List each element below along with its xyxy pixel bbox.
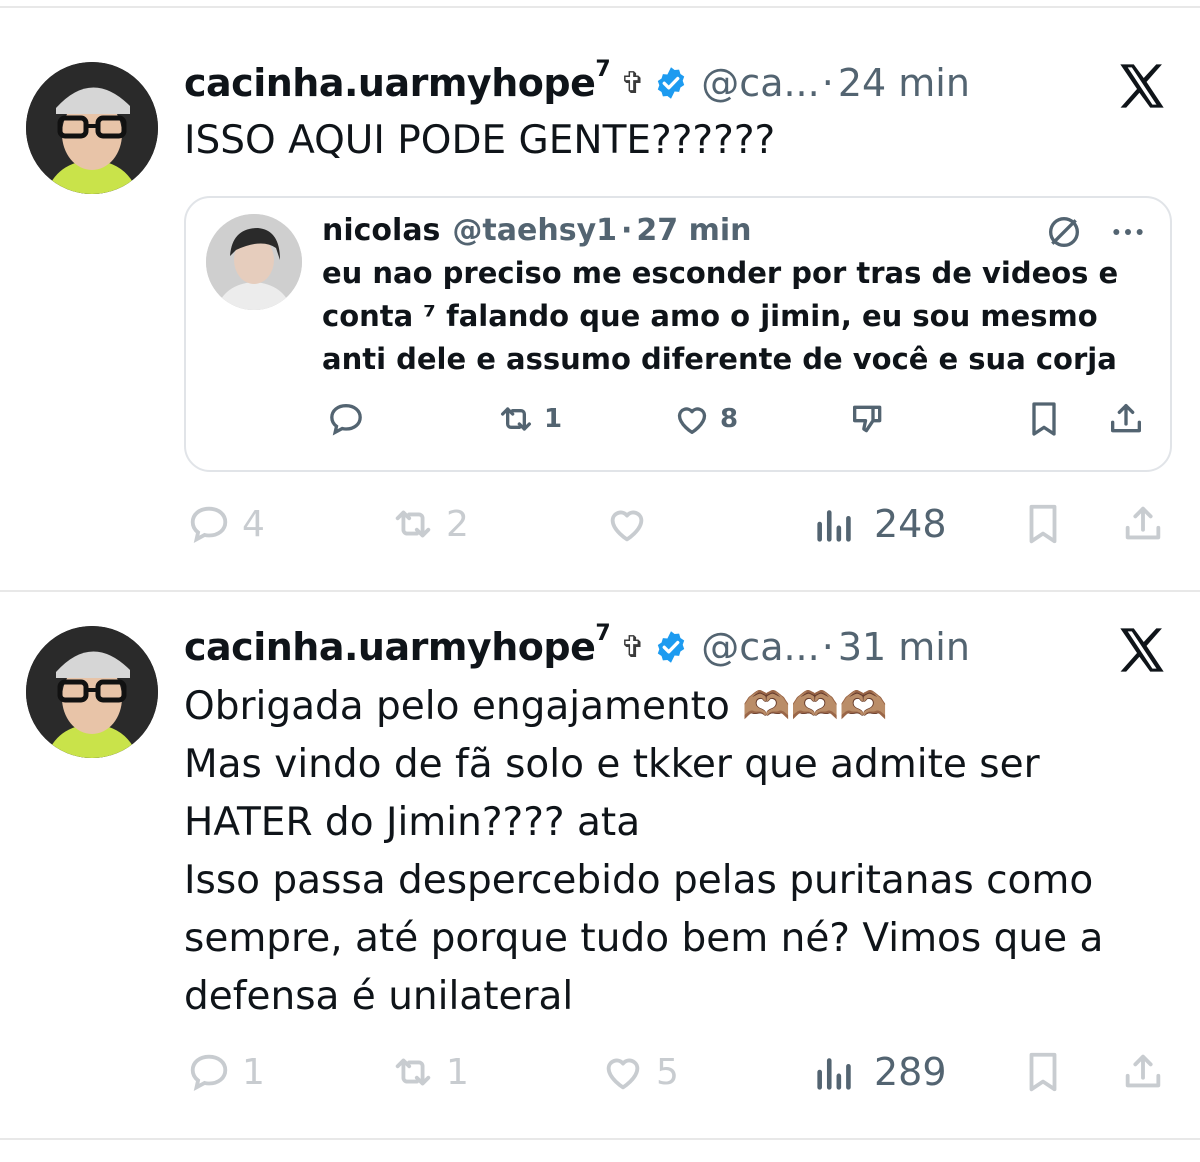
quoted-author-avatar[interactable]	[206, 214, 302, 310]
reply-icon	[190, 506, 228, 544]
views-button[interactable]: 289	[812, 1044, 947, 1100]
tweet-header: cacinha.uarmyhope7 ✞ @ca... · 31 min	[184, 621, 970, 672]
author-avatar[interactable]	[26, 626, 158, 758]
view-count: 248	[874, 502, 947, 546]
views-icon	[817, 1058, 851, 1090]
quoted-dislike-button[interactable]	[848, 394, 888, 444]
author-handle[interactable]: @ca...	[701, 625, 819, 669]
mute-icon[interactable]	[1044, 212, 1084, 252]
views-icon	[817, 510, 851, 542]
heart-icon	[610, 510, 644, 542]
quoted-bookmark-button[interactable]	[1024, 394, 1064, 444]
reply-button[interactable]: 4	[186, 496, 265, 552]
quoted-like-count: 8	[720, 404, 739, 434]
header-separator: ·	[821, 625, 834, 669]
x-logo-icon	[1120, 628, 1164, 672]
dislike-icon	[853, 405, 882, 433]
author-name[interactable]: cacinha.uarmyhope7	[184, 621, 611, 669]
tweet-action-bar: 4 2 248	[0, 496, 1200, 552]
like-button[interactable]	[604, 496, 660, 552]
like-button[interactable]: 5	[600, 1044, 679, 1100]
retweet-icon	[501, 407, 531, 431]
like-count: 5	[656, 1051, 679, 1093]
verified-badge-icon	[658, 631, 685, 663]
author-name[interactable]: cacinha.uarmyhope7	[184, 57, 611, 105]
quoted-reply-button[interactable]	[326, 394, 366, 444]
tweet-text: Obrigada pelo engajamento 🫶🏽🫶🏽🫶🏽 Mas vin…	[184, 684, 1104, 1019]
share-icon	[1111, 404, 1141, 433]
reply-icon	[330, 403, 362, 436]
quoted-header-separator: ·	[621, 212, 633, 248]
tweet-text: ISSO AQUI PODE GENTE??????	[184, 118, 776, 163]
view-count: 289	[874, 1050, 947, 1094]
tweet-timestamp[interactable]: 24 min	[838, 61, 970, 105]
x-logo-icon	[1120, 64, 1164, 108]
verified-badge-icon	[658, 67, 685, 99]
quoted-author-name[interactable]: nicolas	[322, 213, 440, 248]
retweet-icon	[395, 1058, 431, 1086]
quoted-share-button[interactable]	[1106, 394, 1146, 444]
share-icon	[1125, 1054, 1161, 1088]
retweet-button[interactable]: 1	[390, 1044, 469, 1100]
quoted-tweet[interactable]: nicolas @taehsy1 · 27 min eu nao preciso…	[184, 196, 1172, 472]
quoted-tweet-text: eu nao preciso me esconder por tras de v…	[322, 256, 1119, 376]
tweet-header: cacinha.uarmyhope7 ✞ @ca... · 24 min	[184, 57, 970, 108]
tweet-2[interactable]: cacinha.uarmyhope7 ✞ @ca... · 31 min Obr…	[0, 592, 1200, 1138]
share-button[interactable]	[1120, 1044, 1166, 1100]
retweet-count: 2	[446, 503, 469, 545]
bottom-divider	[0, 1138, 1200, 1140]
heart-icon	[677, 407, 707, 434]
cross-symbol: ✞	[620, 65, 646, 101]
bookmark-icon	[1029, 504, 1057, 544]
header-separator: ·	[821, 61, 834, 105]
bookmark-icon	[1029, 1052, 1057, 1092]
bookmark-icon	[1032, 402, 1056, 436]
reply-count: 1	[242, 1051, 265, 1093]
reply-icon	[190, 1054, 228, 1092]
heart-icon	[606, 1058, 640, 1090]
quoted-action-bar: 1 8	[186, 394, 1174, 444]
tweet-action-bar: 1 1 5 289	[0, 1044, 1200, 1100]
retweet-icon	[395, 510, 431, 538]
tweet-1[interactable]: cacinha.uarmyhope7 ✞ @ca... · 24 min ISS…	[0, 0, 1200, 590]
quoted-timestamp[interactable]: 27 min	[636, 213, 751, 248]
quoted-author-handle[interactable]: @taehsy1	[452, 213, 617, 248]
share-icon	[1125, 506, 1161, 540]
reply-count: 4	[242, 503, 265, 545]
views-button[interactable]: 248	[812, 496, 947, 552]
author-handle[interactable]: @ca...	[701, 61, 819, 105]
bookmark-button[interactable]	[1020, 1044, 1066, 1100]
share-button[interactable]	[1120, 496, 1166, 552]
quoted-like-button[interactable]: 8	[672, 394, 738, 444]
cross-symbol: ✞	[620, 629, 646, 665]
quoted-tweet-header: nicolas @taehsy1 · 27 min	[322, 210, 752, 250]
retweet-button[interactable]: 2	[390, 496, 469, 552]
author-avatar[interactable]	[26, 62, 158, 194]
bookmark-button[interactable]	[1020, 496, 1066, 552]
tweet-timestamp[interactable]: 31 min	[838, 625, 970, 669]
reply-button[interactable]: 1	[186, 1044, 265, 1100]
quoted-retweet-button[interactable]: 1	[496, 394, 562, 444]
retweet-count: 1	[446, 1051, 469, 1093]
more-icon[interactable]	[1108, 212, 1148, 252]
quoted-retweet-count: 1	[544, 404, 563, 434]
